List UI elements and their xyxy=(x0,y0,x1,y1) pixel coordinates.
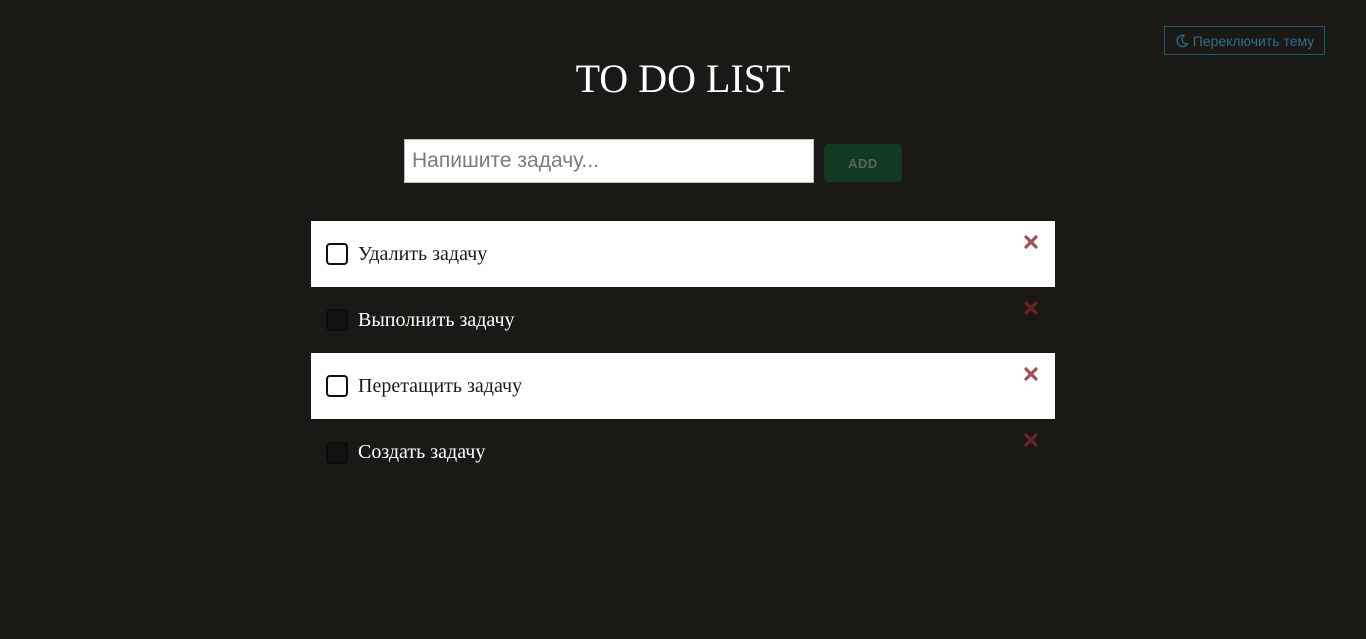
task-checkbox[interactable] xyxy=(326,375,348,397)
delete-icon[interactable] xyxy=(1023,432,1039,448)
task-input[interactable] xyxy=(404,139,814,183)
task-item[interactable]: Создать задачу xyxy=(311,419,1055,486)
task-checkbox[interactable] xyxy=(326,309,348,331)
delete-icon[interactable] xyxy=(1023,366,1039,382)
task-item[interactable]: Перетащить задачу xyxy=(311,353,1055,419)
task-text: Создать задачу xyxy=(358,441,486,463)
task-text: Перетащить задачу xyxy=(358,374,523,397)
task-checkbox[interactable] xyxy=(326,243,348,265)
theme-toggle-button[interactable]: Переключить тему xyxy=(1164,26,1325,55)
task-list: Удалить задачу Выполнить задачу Перетащи… xyxy=(311,221,1055,486)
task-checkbox[interactable] xyxy=(326,441,348,464)
page-title: TO DO LIST xyxy=(575,56,791,101)
task-text: Удалить задачу xyxy=(358,242,488,265)
task-text: Выполнить задачу xyxy=(358,308,515,331)
task-item[interactable]: Удалить задачу xyxy=(311,221,1055,287)
moon-icon xyxy=(1175,33,1189,48)
theme-toggle-label: Переключить тему xyxy=(1192,32,1315,49)
add-task-button[interactable]: ADD xyxy=(824,144,902,182)
delete-icon[interactable] xyxy=(1023,300,1039,316)
task-item[interactable]: Выполнить задачу xyxy=(311,287,1055,353)
delete-icon[interactable] xyxy=(1023,234,1039,250)
